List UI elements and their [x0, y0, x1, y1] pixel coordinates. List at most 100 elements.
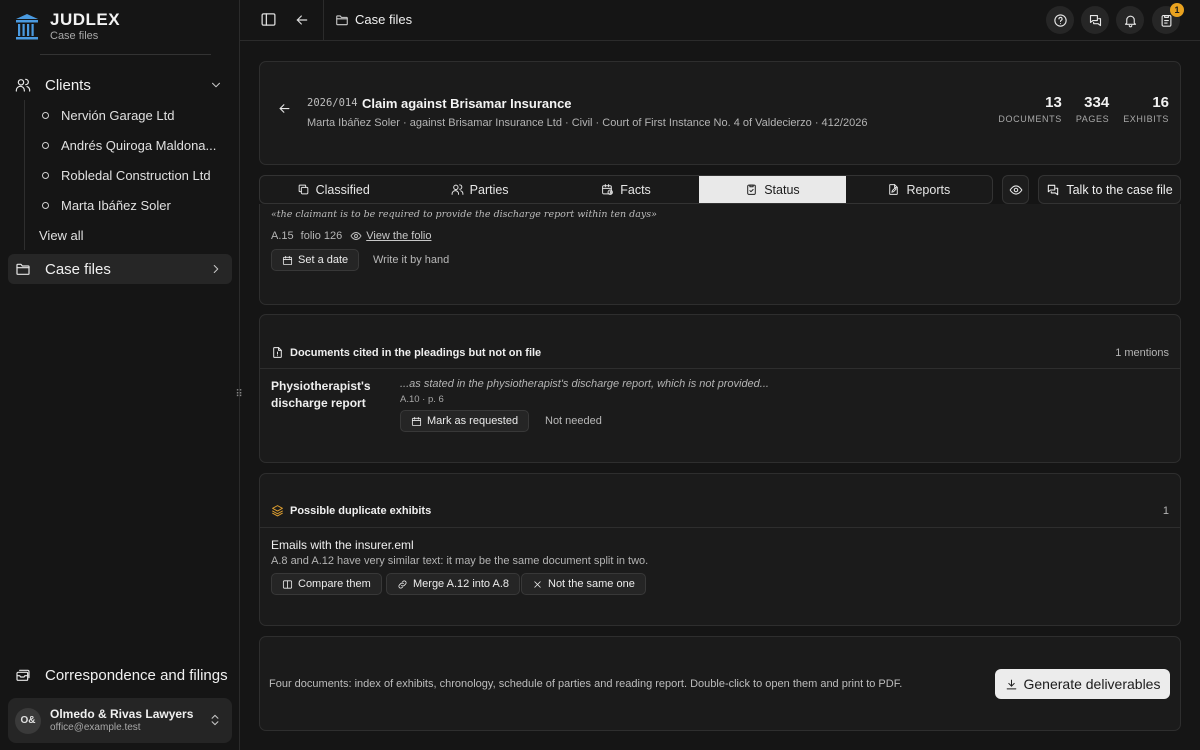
nav-case-files[interactable]: Case files	[8, 254, 232, 284]
cited-missing-documents-card: Documents cited in the pleadings but not…	[259, 314, 1181, 463]
client-item-label: Robledal Construction Ltd	[61, 167, 211, 183]
file-edit-icon	[887, 183, 906, 196]
generate-deliverables-button[interactable]: Generate deliverables	[995, 669, 1170, 699]
pillar-logo-icon	[14, 12, 40, 42]
messages-button[interactable]	[1081, 6, 1109, 34]
nav-case-files-label: Case files	[45, 260, 111, 278]
stat-value: 334	[1084, 94, 1110, 111]
circle-icon	[42, 171, 49, 179]
circle-icon	[42, 201, 49, 209]
stat-label: EXHIBITS	[1123, 114, 1169, 124]
requirement-quote: «the claimant is to be required to provi…	[271, 209, 657, 220]
brand-subtitle: Case files	[50, 30, 99, 42]
mark-requested-button[interactable]: Mark as requested	[400, 410, 530, 432]
messages-icon	[1088, 13, 1103, 28]
back-arrow-icon[interactable]	[277, 101, 292, 116]
folio-row: A.15 folio 126 View the folio	[271, 230, 431, 242]
merge-label: Merge A.12 into A.8	[413, 578, 510, 590]
chevron-right-icon[interactable]	[209, 262, 223, 276]
merge-button[interactable]: Merge A.12 into A.8	[386, 573, 521, 595]
messages-icon	[1046, 183, 1066, 197]
pending-requirement-card: «the claimant is to be required to provi…	[259, 204, 1181, 305]
duplicate-exhibits-card: Possible duplicate exhibits 1 Emails wit…	[259, 473, 1181, 626]
bell-icon	[1123, 13, 1138, 28]
divider	[40, 54, 211, 55]
duplicate-item-title: Emails with the insurer.eml	[271, 538, 414, 552]
not-same-label: Not the same one	[548, 578, 635, 590]
sidebar-resize-handle[interactable]: ⠿	[234, 388, 244, 402]
chevron-down-icon[interactable]	[209, 78, 223, 92]
clipboard-check-icon	[745, 183, 764, 196]
duplicate-item-description: A.8 and A.12 have very similar text: it …	[271, 555, 649, 567]
not-same-button[interactable]: Not the same one	[521, 573, 646, 595]
tasks-button[interactable]: 1	[1152, 3, 1184, 34]
card-title-label: Documents cited in the pleadings but not…	[290, 346, 542, 359]
chevrons-up-down-icon	[208, 713, 222, 727]
client-item[interactable]: Andrés Quiroga Maldona...	[25, 130, 224, 160]
divider	[260, 527, 1180, 528]
missing-document-quote: ...as stated in the physiotherapist's di…	[400, 378, 769, 390]
stat-exhibits: 16 EXHIBITS	[1123, 94, 1169, 125]
account-name: Olmedo & Rivas Lawyers	[50, 707, 194, 721]
nav-clients[interactable]: Clients	[8, 70, 232, 100]
talk-button-label: Talk to the case file	[1066, 182, 1173, 197]
talk-to-case-file-button[interactable]: Talk to the case file	[1038, 175, 1181, 204]
calendar-icon	[282, 255, 298, 266]
tab-label: Parties	[469, 182, 509, 197]
tab-label: Facts	[620, 182, 651, 197]
stat-label: PAGES	[1075, 114, 1110, 124]
view-folio-link[interactable]: View the folio	[366, 230, 431, 242]
circle-icon	[42, 111, 49, 119]
compare-label: Compare them	[298, 578, 371, 590]
file-missing-icon	[271, 346, 290, 359]
nav-correspondence[interactable]: Correspondence and filings	[8, 660, 232, 690]
eye-icon	[1009, 183, 1023, 197]
close-icon	[532, 579, 548, 590]
inbox-stack-icon	[15, 667, 31, 683]
tab-label: Status	[764, 182, 800, 197]
brand[interactable]: JUDLEX Case files	[14, 11, 120, 42]
card-title-label: Possible duplicate exhibits	[290, 504, 432, 517]
account-switcher[interactable]: O& Olmedo & Rivas Lawyers office@example…	[8, 698, 232, 743]
card-title: Documents cited in the pleadings but not…	[271, 346, 541, 359]
set-date-button[interactable]: Set a date	[271, 249, 360, 271]
not-needed-link[interactable]: Not needed	[545, 415, 602, 427]
notifications-button[interactable]	[1116, 6, 1144, 34]
tab-status[interactable]: Status	[699, 176, 846, 203]
client-item[interactable]: Marta Ibáñez Soler	[25, 190, 224, 220]
calendar-clock-icon	[601, 183, 620, 196]
tab-facts[interactable]: Facts	[553, 176, 699, 203]
compare-button[interactable]: Compare them	[271, 573, 382, 595]
divider	[323, 0, 324, 40]
tab-classified[interactable]: Classified	[260, 176, 406, 203]
avatar: O&	[15, 707, 41, 734]
stat-value: 13	[1045, 94, 1062, 111]
topbar: Case files 1	[240, 0, 1200, 41]
nav-clients-label: Clients	[45, 76, 91, 94]
sidebar-toggle-icon[interactable]	[260, 11, 280, 31]
tab-label: Classified	[315, 182, 370, 197]
back-arrow-icon[interactable]	[294, 12, 314, 32]
breadcrumb-label: Case files	[355, 12, 413, 27]
write-by-hand-link[interactable]: Write it by hand	[373, 254, 449, 266]
help-button[interactable]	[1046, 6, 1074, 34]
client-item-label: Nervión Garage Ltd	[61, 107, 175, 123]
folio-number: folio 126	[300, 230, 343, 242]
view-all-link[interactable]: View all	[25, 220, 224, 250]
breadcrumb[interactable]: Case files	[335, 12, 412, 27]
tab-reports[interactable]: Reports	[846, 176, 992, 203]
set-date-label: Set a date	[298, 254, 349, 266]
users-icon	[451, 183, 470, 196]
case-number: 2026/014	[307, 97, 358, 109]
brand-name: JUDLEX	[50, 10, 121, 29]
tab-parties[interactable]: Parties	[406, 176, 552, 203]
client-item-label: Marta Ibáñez Soler	[61, 197, 171, 213]
client-item[interactable]: Nervión Garage Ltd	[25, 100, 224, 130]
preview-button[interactable]	[1002, 175, 1029, 204]
eye-icon	[342, 230, 366, 242]
deliverables-description: Four documents: index of exhibits, chron…	[269, 678, 903, 690]
case-header: 2026/014 Claim against Brisamar Insuranc…	[259, 61, 1181, 165]
copy-icon	[297, 183, 316, 196]
client-item[interactable]: Robledal Construction Ltd	[25, 160, 224, 190]
mark-requested-label: Mark as requested	[427, 415, 519, 427]
